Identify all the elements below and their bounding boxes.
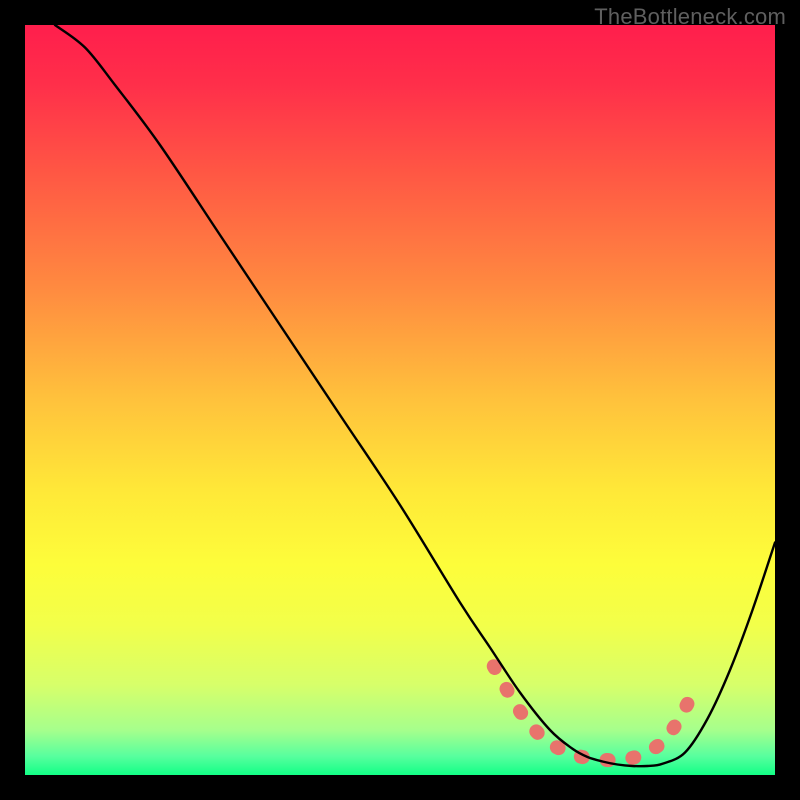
bottleneck-chart (0, 0, 800, 800)
watermark-text: TheBottleneck.com (594, 4, 786, 30)
chart-frame: TheBottleneck.com (0, 0, 800, 800)
plot-background (25, 25, 775, 775)
